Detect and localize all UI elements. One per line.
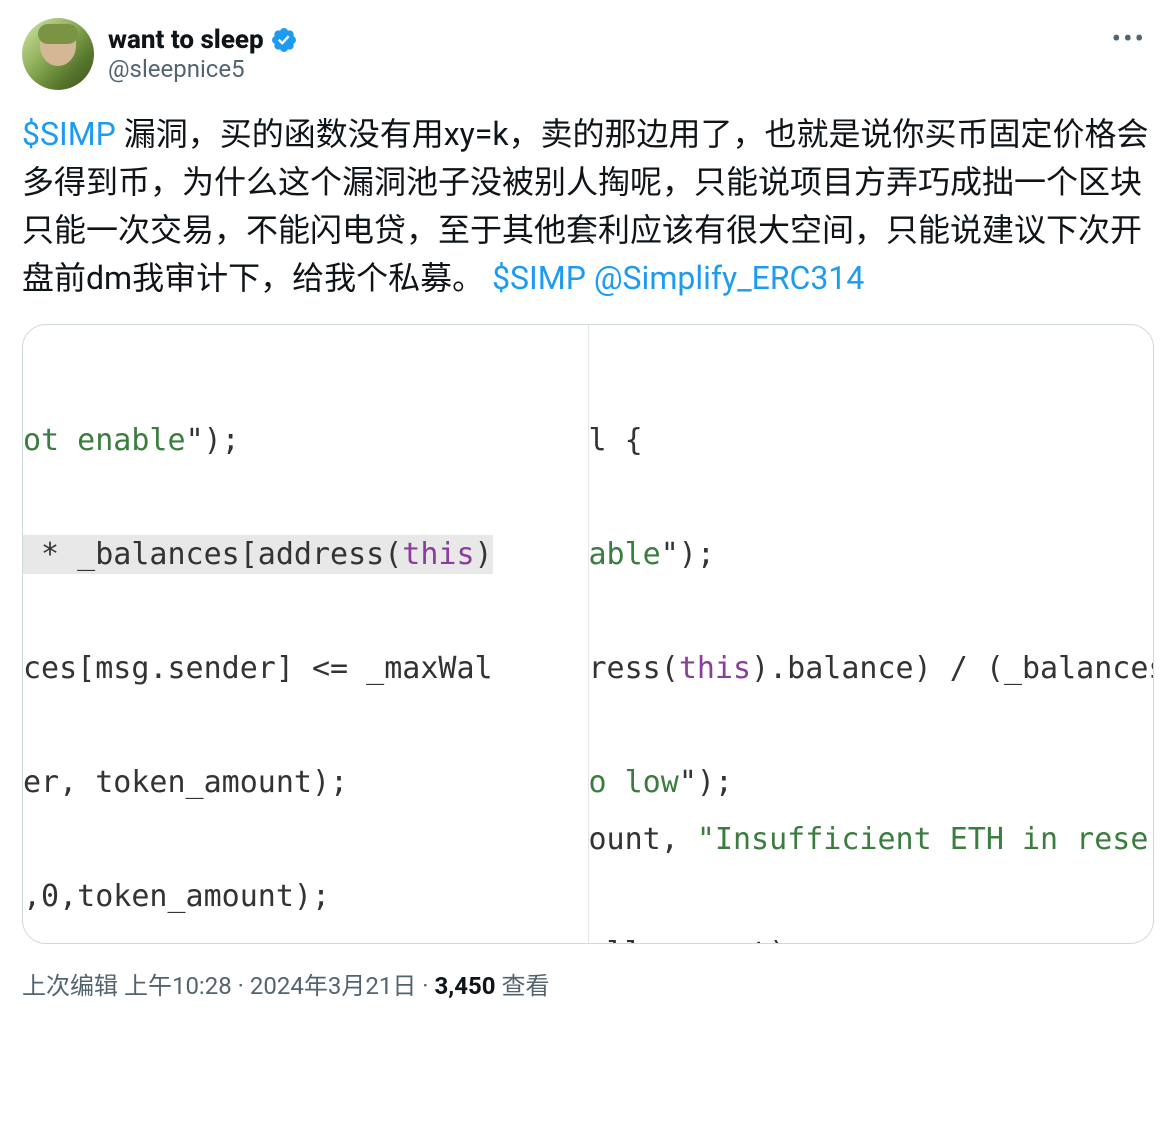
ellipsis-icon: ••• [1112, 22, 1146, 55]
code-text: l { [589, 423, 643, 458]
display-name-line[interactable]: want to sleep [108, 25, 298, 55]
views-label: 查看 [501, 972, 549, 1000]
code-text: able [589, 537, 661, 572]
tweet-metadata: 上次编辑 上午10:28 · 2024年3月21日 · 3,450 查看 [22, 966, 1154, 1001]
mention-link[interactable]: @Simplify_ERC314 [594, 259, 865, 297]
more-options-button[interactable]: ••• [1104, 18, 1154, 59]
edit-time[interactable]: 上午10:28 [124, 972, 232, 1000]
user-handle[interactable]: @sleepnice5 [108, 55, 298, 83]
code-snippet-right: l { able"); ress(this).balance) / (_bala… [589, 325, 1154, 943]
verified-badge-icon [270, 26, 298, 54]
user-name-column: want to sleep @sleepnice5 [108, 25, 298, 83]
code-text: ount, [589, 822, 697, 857]
code-text: this [679, 651, 751, 686]
space [586, 259, 594, 297]
tweet-text: $SIMP 漏洞，买的函数没有用xy=k，卖的那边用了，也就是说你买币固定价格会… [22, 110, 1154, 302]
code-text: ot enable [23, 423, 186, 458]
last-edited-label: 上次编辑 [22, 972, 118, 1000]
code-text: ell_amount); [589, 936, 806, 943]
code-text: "); [679, 765, 733, 800]
code-text: ,0,token_amount); [23, 879, 330, 914]
user-row[interactable]: want to sleep @sleepnice5 [22, 18, 298, 90]
code-text: er, token_amount); [23, 765, 348, 800]
code-text: o low [589, 765, 679, 800]
code-text: "); [661, 537, 715, 572]
code-text: * _balances[address( [23, 537, 402, 572]
code-text: "); [186, 423, 240, 458]
post-date[interactable]: 2024年3月21日 [250, 972, 416, 1000]
cashtag-link[interactable]: $SIMP [492, 259, 586, 297]
attached-image[interactable]: ot enable"); * _balances[address(this) c… [22, 324, 1154, 944]
code-text: ) [475, 537, 493, 572]
views-count[interactable]: 3,450 [435, 972, 496, 1000]
code-text: ces[msg.sender] <= _maxWal [23, 651, 493, 686]
cashtag-link[interactable]: $SIMP [22, 115, 116, 153]
code-text: "Insufficient ETH in reser [697, 822, 1153, 857]
separator: · [422, 972, 434, 1000]
separator: · [238, 972, 250, 1000]
display-name: want to sleep [108, 25, 264, 55]
avatar[interactable] [22, 18, 94, 90]
code-snippet-left: ot enable"); * _balances[address(this) c… [23, 325, 589, 943]
code-text: this [402, 537, 474, 572]
code-text: ).balance) / (_balances [751, 651, 1153, 686]
code-text: ress( [589, 651, 679, 686]
tweet-header: want to sleep @sleepnice5 ••• [22, 18, 1154, 90]
